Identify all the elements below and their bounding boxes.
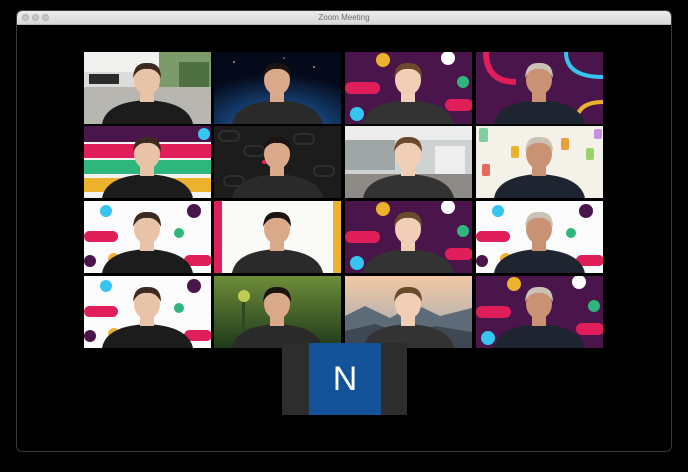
participant-video — [102, 136, 193, 198]
participant-tile[interactable] — [476, 201, 603, 273]
participant-tile[interactable] — [476, 276, 603, 348]
participant-tile[interactable] — [84, 52, 211, 124]
participant-tile[interactable] — [214, 276, 341, 348]
participant-tile[interactable] — [476, 52, 603, 124]
window-title: Zoom Meeting — [318, 13, 370, 22]
participant-tile[interactable] — [345, 126, 472, 198]
participant-tile[interactable] — [84, 201, 211, 273]
participant-tile[interactable] — [214, 52, 341, 124]
participant-tile[interactable] — [345, 52, 472, 124]
participant-video — [494, 211, 585, 273]
participant-video — [232, 286, 323, 348]
participant-video — [232, 62, 323, 124]
participant-video — [363, 286, 454, 348]
participant-video — [102, 211, 193, 273]
participant-video — [102, 62, 193, 124]
participant-video — [494, 286, 585, 348]
participant-tile[interactable] — [476, 126, 603, 198]
participant-video — [232, 136, 323, 198]
participant-tile-avatar[interactable]: N — [282, 343, 407, 415]
participant-tile[interactable] — [345, 276, 472, 348]
participant-tile[interactable] — [345, 201, 472, 273]
participant-video — [363, 211, 454, 273]
participant-video — [363, 62, 454, 124]
participant-tile[interactable] — [214, 201, 341, 273]
participant-video — [494, 62, 585, 124]
title-bar: Zoom Meeting — [17, 11, 671, 25]
participant-tile[interactable] — [84, 126, 211, 198]
participant-tile[interactable] — [84, 276, 211, 348]
participant-video — [363, 136, 454, 198]
participant-tile[interactable] — [214, 126, 341, 198]
avatar: N — [309, 343, 381, 415]
participant-video — [232, 211, 323, 273]
participant-video — [102, 286, 193, 348]
participant-video — [494, 136, 585, 198]
